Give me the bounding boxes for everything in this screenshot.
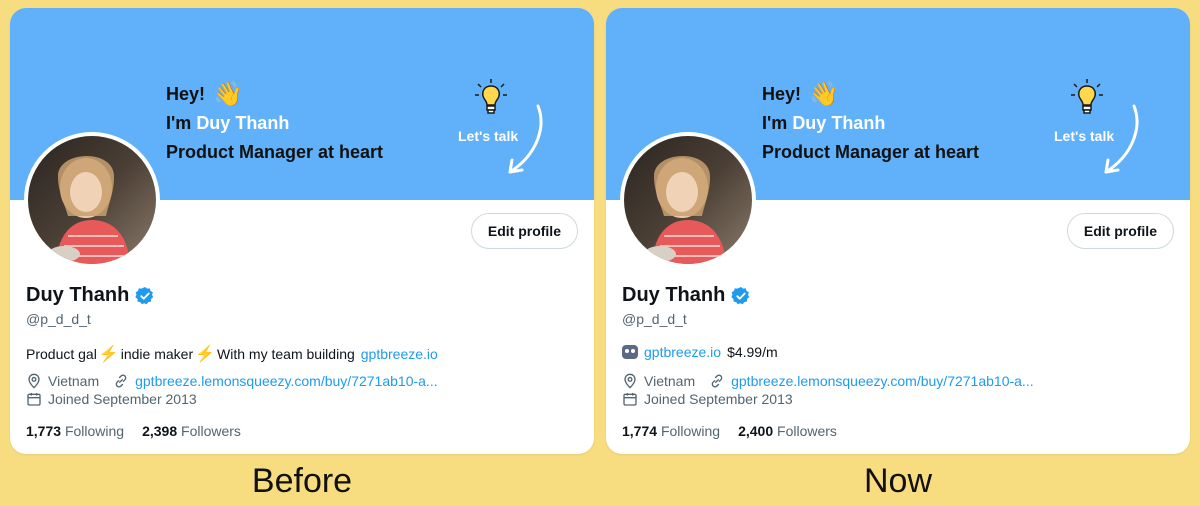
followers-label: Followers [777,423,837,439]
joined-date: Joined September 2013 [644,391,793,407]
banner-tagline: Product Manager at heart [166,142,384,162]
display-name-row: Duy Thanh [622,284,751,307]
edit-profile-button[interactable]: Edit profile [470,213,578,249]
display-name-row: Duy Thanh [26,284,155,307]
curved-arrow-icon [508,104,543,174]
following-count: 1,773 [26,423,62,439]
following-stat[interactable]: 1,773 Following [26,423,124,439]
bio-text-2: indie maker [120,346,194,362]
curved-arrow-icon [1104,104,1139,174]
avatar[interactable] [24,132,160,268]
follow-stats: 1,774 Following 2,400 Followers [622,423,837,439]
calendar-icon [27,393,41,406]
avatar[interactable] [620,132,756,268]
location: Vietnam [48,373,100,389]
edit-profile-button[interactable]: Edit profile [1066,213,1174,249]
banner-im: I'm [166,113,192,133]
robot-icon [622,345,638,359]
banner-hey: Hey! [166,84,206,104]
joined-date: Joined September 2013 [48,391,197,407]
followers-label: Followers [181,423,241,439]
lets-talk-graphic: Let's talk [1046,78,1156,188]
following-label: Following [64,423,125,439]
followers-count: 2,400 [738,423,774,439]
verified-badge-icon [731,286,750,304]
banner-im: I'm [762,113,788,133]
caption-now: Now [863,462,933,500]
lightning-icon: ⚡ [195,346,216,363]
banner-name: Duy Thanh [196,113,290,133]
banner-tagline: Product Manager at heart [762,142,980,162]
banner-text: Hey! 👋 I'm Duy Thanh Product Manager at … [166,80,383,167]
website-link[interactable]: gptbreeze.lemonsqueezy.com/buy/7271ab10-… [135,373,438,389]
meta-location-website: Vietnam gptbreeze.lemonsqueezy.com/buy/7… [622,373,1034,389]
handle: @p_d_d_t [622,311,687,327]
location-pin-icon [28,373,40,389]
banner-text: Hey! 👋 I'm Duy Thanh Product Manager at … [762,80,979,167]
location: Vietnam [644,373,696,389]
followers-stat[interactable]: 2,400 Followers [738,423,837,439]
link-icon [711,374,723,388]
bio-price: $4.99/m [727,344,778,360]
followers-count: 2,398 [142,423,178,439]
waving-hand-icon: 👋 [213,80,243,108]
bio: gptbreeze.io $4.99/m [622,344,778,360]
banner-hey: Hey! [762,84,802,104]
bio-link[interactable]: gptbreeze.io [361,346,438,362]
bio-text-3: With my team building [217,346,355,362]
display-name: Duy Thanh [622,284,726,306]
verified-badge-icon [135,286,154,304]
handle: @p_d_d_t [26,311,91,327]
followers-stat[interactable]: 2,398 Followers [142,423,241,439]
lightning-icon: ⚡ [98,346,119,363]
following-stat[interactable]: 1,774 Following [622,423,720,439]
website-link[interactable]: gptbreeze.lemonsqueezy.com/buy/7271ab10-… [731,373,1034,389]
meta-joined: Joined September 2013 [622,391,793,407]
meta-joined: Joined September 2013 [26,391,197,407]
meta-location-website: Vietnam gptbreeze.lemonsqueezy.com/buy/7… [26,373,438,389]
profile-card-before: Hey! 👋 I'm Duy Thanh Product Manager at … [10,8,594,454]
follow-stats: 1,773 Following 2,398 Followers [26,423,241,439]
bio-text-1: Product gal [26,346,97,362]
location-pin-icon [624,373,636,389]
bio-link[interactable]: gptbreeze.io [644,344,721,360]
lets-talk-graphic: Let's talk [450,78,560,188]
display-name: Duy Thanh [26,284,130,306]
waving-hand-icon: 👋 [809,80,839,108]
following-count: 1,774 [622,423,658,439]
profile-card-now: Hey! 👋 I'm Duy Thanh Product Manager at … [606,8,1190,454]
calendar-icon [623,393,637,406]
banner-name: Duy Thanh [792,113,886,133]
bio: Product gal ⚡ indie maker ⚡ With my team… [26,344,438,364]
caption-before: Before [251,462,353,500]
link-icon [115,374,127,388]
following-label: Following [660,423,721,439]
